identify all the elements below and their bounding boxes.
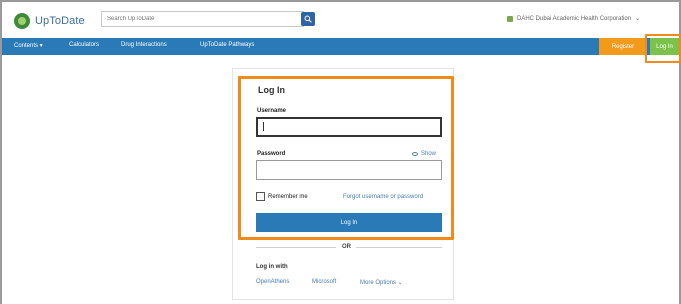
sso-microsoft-link[interactable]: Microsoft <box>312 279 336 285</box>
login-title: Log In <box>258 85 285 95</box>
username-field[interactable] <box>256 117 442 137</box>
login-submit-button[interactable]: Log In <box>256 213 442 232</box>
divider-left <box>256 247 336 248</box>
nav-uptodate-pathways[interactable]: UpToDate Pathways <box>200 42 254 48</box>
divider-right <box>356 247 442 248</box>
show-password-toggle[interactable]: Show <box>412 151 436 157</box>
organization-name: DAHC Dubai Academic Health Corporation <box>517 15 632 22</box>
username-label: Username <box>257 108 287 114</box>
nav-calculators[interactable]: Calculators <box>69 42 99 48</box>
main-nav: Contents ▾ Calculators Drug Interactions… <box>2 38 679 55</box>
eye-icon <box>412 152 418 156</box>
search-icon <box>304 15 312 23</box>
password-field[interactable] <box>256 160 442 180</box>
search-input[interactable] <box>102 12 292 26</box>
nav-drug-interactions[interactable]: Drug Interactions <box>121 42 167 48</box>
or-separator: OR <box>342 244 351 250</box>
remember-me-checkbox[interactable] <box>256 192 265 201</box>
logo-icon <box>14 13 30 29</box>
text-cursor <box>263 122 264 131</box>
chevron-down-icon: ⌄ <box>635 16 641 22</box>
nav-contents[interactable]: Contents ▾ <box>14 42 43 49</box>
sso-more-options-link[interactable]: More Options ⌄ <box>360 279 403 286</box>
search-box <box>101 11 304 27</box>
remember-me-label: Remember me <box>268 194 308 200</box>
login-button-highlight <box>645 34 681 63</box>
search-button[interactable] <box>301 12 315 26</box>
login-with-label: Log in with <box>256 264 288 270</box>
logo-text: UpToDate <box>35 15 85 27</box>
organization-selector[interactable]: DAHC Dubai Academic Health Corporation ⌄ <box>507 15 640 22</box>
password-label: Password <box>257 151 286 157</box>
uptodate-logo[interactable]: UpToDate <box>14 12 85 30</box>
register-button[interactable]: Register <box>599 38 647 55</box>
sso-openathens-link[interactable]: OpenAthens <box>256 279 289 285</box>
forgot-credentials-link[interactable]: Forgot username or password <box>343 194 423 200</box>
organization-icon <box>507 15 513 22</box>
show-label: Show <box>421 151 437 157</box>
